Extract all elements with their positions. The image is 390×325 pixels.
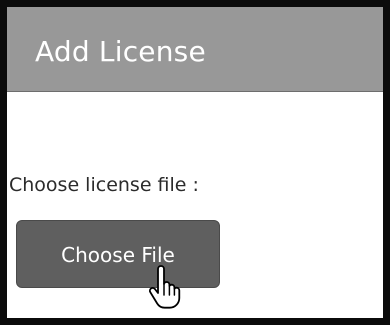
choose-file-button[interactable]: Choose File bbox=[16, 220, 220, 288]
hand-pointer-icon bbox=[148, 265, 181, 309]
license-file-label: Choose license file : bbox=[9, 174, 199, 196]
dialog-header: Add License bbox=[7, 7, 383, 92]
add-license-dialog: Add License Choose license file : Choose… bbox=[0, 0, 390, 325]
dialog-title: Add License bbox=[35, 35, 206, 68]
